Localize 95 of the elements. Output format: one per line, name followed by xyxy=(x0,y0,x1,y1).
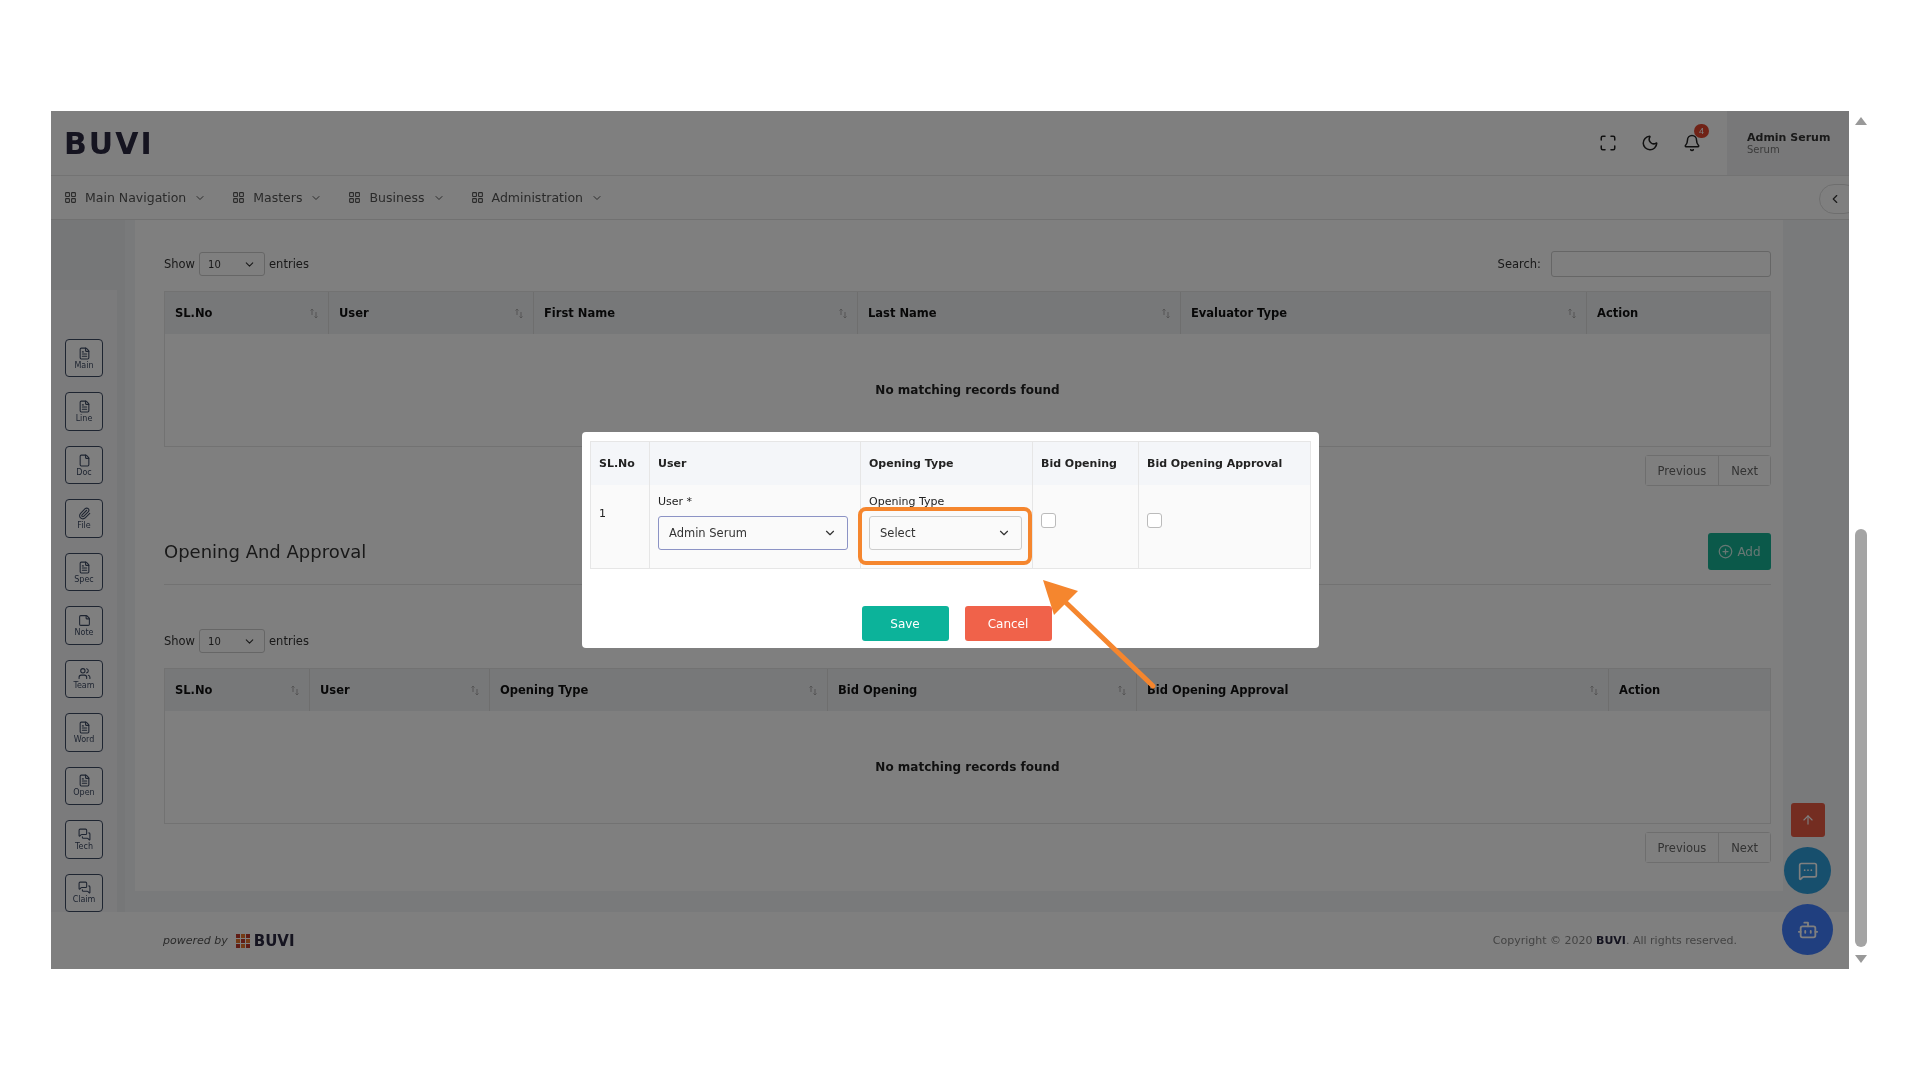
section-title: Opening And Approval xyxy=(164,541,367,562)
pagination-button[interactable]: Previous xyxy=(1645,456,1720,485)
sort-icon xyxy=(1590,684,1598,696)
show-label: Show xyxy=(164,257,196,271)
sort-icon xyxy=(1568,307,1576,319)
note-icon xyxy=(77,614,91,627)
field-label: Opening Type xyxy=(869,495,946,508)
logo-icon xyxy=(235,933,250,948)
column-header: Bid Opening Approval xyxy=(1146,456,1284,472)
column-header[interactable]: Action xyxy=(1609,669,1770,711)
people-icon xyxy=(77,667,91,681)
sort-icon xyxy=(471,684,479,696)
grid-icon xyxy=(348,191,362,204)
sidebar-button[interactable]: Word xyxy=(65,713,103,752)
nav-menu[interactable]: Business xyxy=(348,190,445,205)
sort-icon xyxy=(1162,307,1170,319)
column-header[interactable]: SL.No xyxy=(165,669,310,711)
opening-type-select[interactable]: Select xyxy=(869,516,1022,550)
user-role: Serum xyxy=(1747,144,1781,155)
scroll-top-button[interactable] xyxy=(1790,803,1825,837)
column-header[interactable]: Opening Type xyxy=(490,669,828,711)
document-icon xyxy=(77,720,91,734)
page-size-select[interactable]: 10 xyxy=(199,629,266,653)
sidebar-button[interactable]: Doc xyxy=(65,445,103,485)
footer-logo: BUVI xyxy=(253,931,295,950)
grid-icon xyxy=(64,191,77,204)
entries-label: entries xyxy=(269,257,309,271)
column-header[interactable]: Bid Opening xyxy=(828,669,1137,711)
logo: BUVI xyxy=(64,125,154,161)
grid-icon xyxy=(470,191,484,204)
bell-icon[interactable] xyxy=(1683,134,1701,152)
cancel-button[interactable]: Cancel xyxy=(964,606,1052,641)
column-header[interactable]: First Name xyxy=(534,292,858,334)
empty-message: No matching records found xyxy=(875,383,1060,397)
sidebar-button[interactable]: Team xyxy=(65,659,103,699)
scroll-thumb[interactable] xyxy=(1855,529,1867,947)
scroll-up-icon xyxy=(1855,117,1867,125)
document-icon xyxy=(77,560,91,574)
powered-by-text: powered by xyxy=(163,934,228,947)
checkbox[interactable] xyxy=(1041,513,1056,528)
copyright-text: Copyright © 2020 BUVI. All rights reserved. xyxy=(1492,934,1737,947)
column-header[interactable]: Action xyxy=(1587,292,1770,334)
sidebar-button[interactable]: Open xyxy=(65,766,103,806)
arrow-up-icon xyxy=(1800,813,1815,827)
column-header[interactable]: SL.No xyxy=(165,292,329,334)
sort-icon xyxy=(809,684,817,696)
chat-icon xyxy=(77,881,91,895)
user-panel[interactable]: Admin Serum Serum xyxy=(1727,111,1849,175)
save-button[interactable]: Save xyxy=(861,606,949,641)
document-icon xyxy=(77,346,91,360)
sort-icon xyxy=(1118,684,1126,696)
empty-message: No matching records found xyxy=(875,760,1060,774)
field-label: User * xyxy=(658,495,694,508)
grid-icon xyxy=(232,191,246,204)
chat-button[interactable] xyxy=(1784,847,1831,894)
search-label: Search: xyxy=(1497,257,1541,271)
sidebar-button[interactable]: Spec xyxy=(65,552,103,592)
entries-label: entries xyxy=(269,634,309,648)
document-icon xyxy=(77,774,91,788)
checkbox[interactable] xyxy=(1147,513,1162,528)
column-header[interactable]: User xyxy=(329,292,534,334)
chat-icon xyxy=(77,827,91,841)
nav-menu[interactable]: Administration xyxy=(470,190,604,205)
chat-icon xyxy=(1797,860,1818,881)
sort-icon xyxy=(310,307,318,319)
notification-badge: 4 xyxy=(1694,124,1709,138)
plus-circle-icon xyxy=(1718,544,1734,559)
sort-icon xyxy=(515,307,523,319)
sidebar-button[interactable]: Line xyxy=(65,392,103,431)
sidebar-button[interactable]: File xyxy=(65,499,103,538)
scroll-down-icon xyxy=(1855,955,1867,963)
column-header[interactable]: Evaluator Type xyxy=(1181,292,1587,334)
sidebar-button[interactable]: Main xyxy=(65,339,103,378)
sidebar-button[interactable]: Tech xyxy=(65,820,103,859)
paperclip-icon xyxy=(77,507,91,521)
page-size-select[interactable]: 10 xyxy=(199,252,266,276)
sidebar-button[interactable]: Claim xyxy=(65,873,103,912)
document-icon xyxy=(77,400,91,414)
pagination-button[interactable]: Previous xyxy=(1645,833,1720,862)
column-header[interactable]: Last Name xyxy=(858,292,1181,334)
fullscreen-icon[interactable] xyxy=(1599,134,1617,152)
search-field[interactable] xyxy=(1551,251,1771,277)
document-icon xyxy=(77,453,91,467)
table-cell-text: 1 xyxy=(599,507,607,520)
sort-icon xyxy=(291,684,299,696)
collapse-button[interactable] xyxy=(1819,184,1849,214)
nav-menu[interactable]: Masters xyxy=(232,190,323,205)
nav-menu[interactable]: Main Navigation xyxy=(64,190,207,205)
sort-icon xyxy=(839,307,847,319)
user-name: Admin Serum xyxy=(1747,131,1832,144)
column-header[interactable]: User xyxy=(310,669,490,711)
sidebar-button[interactable]: Note xyxy=(65,606,103,645)
moon-icon[interactable] xyxy=(1641,134,1659,152)
show-label: Show xyxy=(164,634,196,648)
user-select[interactable]: Admin Serum xyxy=(658,516,848,550)
